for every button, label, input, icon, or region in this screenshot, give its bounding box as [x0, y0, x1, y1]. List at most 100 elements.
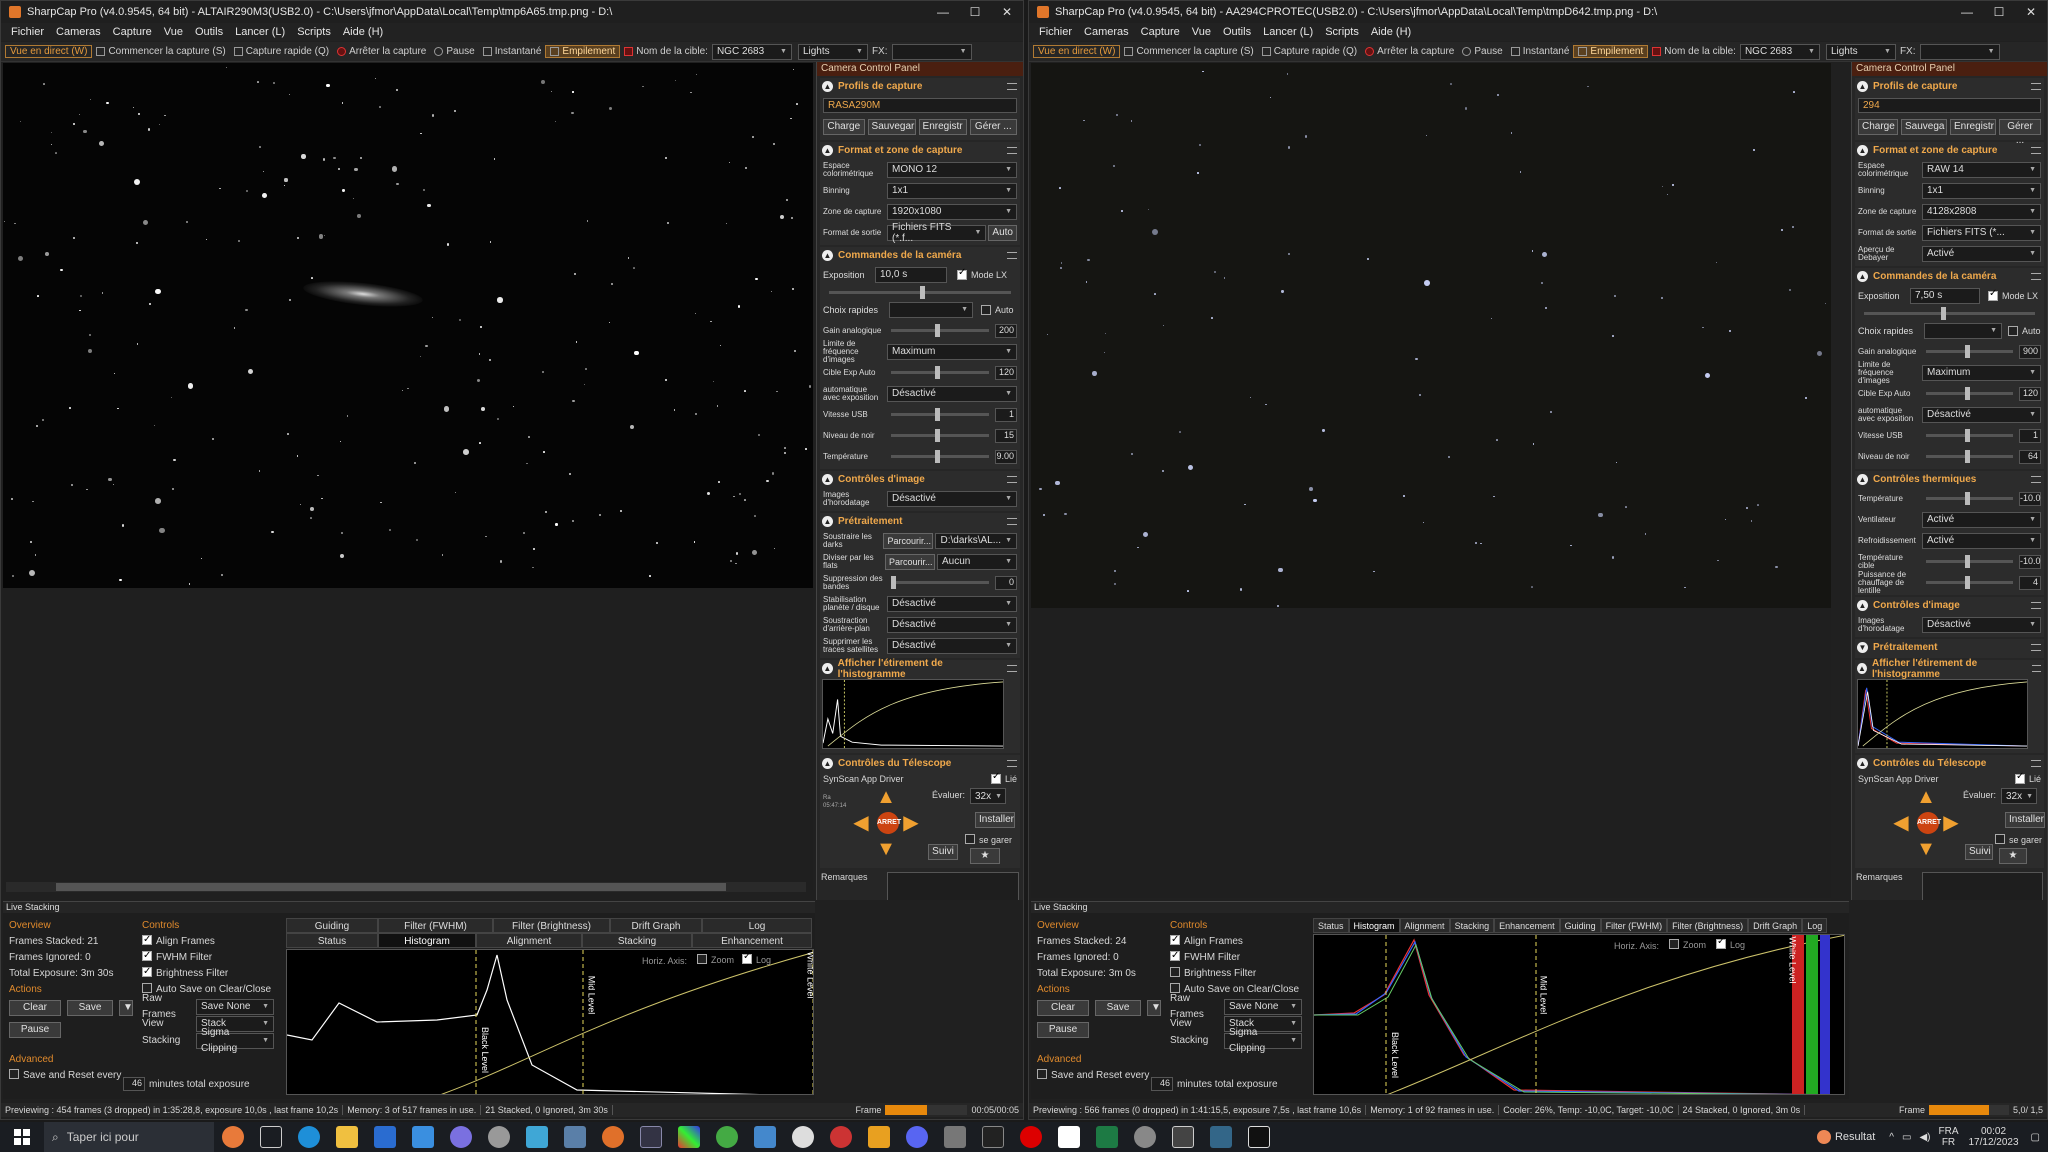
arrow-up-icon[interactable]: ▲	[1915, 786, 1937, 808]
camera-setting-value-5[interactable]: 15	[995, 428, 1017, 443]
save-profile-button[interactable]: Sauvegar	[867, 119, 916, 135]
stacking-button[interactable]: Empilement	[1573, 45, 1649, 58]
saveas-profile-button[interactable]: Enregistr	[1950, 119, 1996, 135]
app-icon[interactable]	[944, 1126, 966, 1148]
menu-aide[interactable]: Aide (H)	[1371, 26, 1411, 38]
thermal-setting-slider-3[interactable]	[1926, 555, 2013, 568]
tracking-button[interactable]: Suivi	[928, 844, 958, 860]
menu-fichier[interactable]: Fichier	[11, 26, 44, 38]
camera-preview-image[interactable]	[3, 63, 813, 588]
calculator-icon[interactable]	[564, 1126, 586, 1148]
lx-mode-checkbox[interactable]	[1988, 288, 1998, 301]
auto-button[interactable]: Auto	[988, 224, 1017, 241]
live-view-button[interactable]: Vue en direct (W)	[5, 45, 93, 58]
clear-button[interactable]: Clear	[9, 1000, 61, 1016]
app-icon[interactable]	[450, 1126, 472, 1148]
tab-enhancement[interactable]: Enhancement	[1494, 918, 1560, 933]
profile-select[interactable]: 294	[1858, 98, 2041, 113]
opera-icon[interactable]	[1020, 1126, 1042, 1148]
section-header[interactable]: ▲ Contrôles d'image	[1855, 597, 2044, 614]
volume-icon[interactable]: ◀)	[1919, 1132, 1930, 1143]
binning-select[interactable]: 1x1 ▼	[887, 182, 1017, 199]
collapse-icon[interactable]: ▲	[822, 516, 833, 527]
tab-histogram[interactable]: Histogram	[378, 933, 476, 948]
quick-choice-select[interactable]: ▼	[1924, 322, 2002, 339]
tab-drift-graph[interactable]: Drift Graph	[610, 918, 702, 933]
zoom-control[interactable]: Zoom	[697, 954, 734, 965]
park-control[interactable]: se garer	[1995, 834, 2042, 845]
menu-scripts[interactable]: Scripts	[297, 26, 331, 38]
log-control[interactable]: Log	[742, 951, 771, 965]
minimize-icon[interactable]: —	[927, 5, 959, 19]
discord-icon[interactable]	[906, 1126, 928, 1148]
section-header[interactable]: ▲ Profils de capture	[1855, 78, 2044, 95]
fx-select[interactable]: ▼	[1919, 43, 2000, 60]
exposure-slider[interactable]	[829, 285, 1011, 299]
save-menu-icon[interactable]: ▼	[119, 1000, 133, 1016]
histogram-stretch-graph[interactable]	[1857, 679, 2028, 749]
stop-slew-button[interactable]: ARRET	[1917, 812, 1941, 834]
hamburger-icon[interactable]	[1007, 83, 1017, 90]
camera-setting-slider-0[interactable]	[891, 324, 989, 337]
collapse-icon[interactable]: ▲	[1857, 600, 1868, 611]
collapse-icon[interactable]: ▲	[822, 663, 833, 674]
arrow-left-icon[interactable]: ◀	[850, 812, 872, 834]
tab-guiding[interactable]: Guiding	[286, 918, 378, 933]
maximize-icon[interactable]: ☐	[959, 5, 991, 19]
section-header[interactable]: ▲ Contrôles du Télescope	[820, 755, 1020, 772]
menu-cameras[interactable]: Cameras	[1084, 26, 1129, 38]
remarks-input[interactable]	[887, 872, 1019, 900]
clock[interactable]: 00:02 17/12/2023	[1968, 1126, 2018, 1148]
browse-flats-button[interactable]: Parcourir...	[885, 553, 935, 570]
stacking-button[interactable]: Empilement	[545, 45, 621, 58]
camera-setting-slider-6[interactable]	[891, 450, 989, 463]
menu-aide[interactable]: Aide (H)	[343, 26, 383, 38]
star-icon[interactable]: ★	[970, 848, 1000, 864]
menu-cameras[interactable]: Cameras	[56, 26, 101, 38]
section-header[interactable]: ▲ Contrôles d'image	[820, 471, 1020, 488]
camera-setting-slider-2[interactable]	[1926, 387, 2013, 400]
language-indicator[interactable]: FRA FR	[1938, 1126, 1958, 1148]
hamburger-icon[interactable]	[2031, 476, 2041, 483]
tab-enhancement[interactable]: Enhancement	[692, 933, 812, 948]
menu-capture[interactable]: Capture	[113, 26, 152, 38]
auto-exposure-checkbox[interactable]	[2008, 325, 2018, 336]
windows-start-icon[interactable]	[14, 1129, 30, 1145]
section-header[interactable]: ▲ Afficher l'étirement de l'histogramme	[1855, 658, 2044, 680]
camera-setting-slider-4[interactable]	[891, 408, 989, 421]
stop-capture-button[interactable]: Arrêter la capture	[333, 46, 430, 57]
section-header[interactable]: ▲ Profils de capture	[820, 78, 1020, 95]
brightness-checkbox[interactable]	[142, 964, 152, 980]
saveas-profile-button[interactable]: Enregistr	[918, 119, 967, 135]
collapse-icon[interactable]: ▲	[1857, 474, 1868, 485]
maximize-icon[interactable]: ☐	[1983, 5, 2015, 19]
mail-icon[interactable]	[412, 1126, 434, 1148]
app-icon[interactable]	[792, 1126, 814, 1148]
colorspace-select[interactable]: MONO 12 ▼	[887, 161, 1017, 178]
menu-fichier[interactable]: Fichier	[1039, 26, 1072, 38]
camera-setting-value-0[interactable]: 900	[2019, 344, 2041, 359]
collapse-icon[interactable]: ▲	[822, 758, 833, 769]
raw-frames-select[interactable]: Save None ▼	[1224, 998, 1302, 1015]
exposure-slider[interactable]	[1864, 306, 2035, 320]
format-setting-select-0[interactable]: RAW 14 ▼	[1922, 161, 2041, 178]
app-icon[interactable]	[716, 1126, 738, 1148]
collapse-icon[interactable]: ▲	[822, 81, 833, 92]
thermal-setting-select-1[interactable]: Activé ▼	[1922, 511, 2041, 528]
hamburger-icon[interactable]	[2031, 665, 2041, 672]
zoom-checkbox[interactable]	[697, 954, 707, 964]
start-capture-button[interactable]: Commencer la capture (S)	[92, 46, 229, 57]
tab-stacking[interactable]: Stacking	[1449, 918, 1495, 933]
close-icon[interactable]: ✕	[2015, 5, 2047, 19]
log-control[interactable]: Log	[1716, 936, 1745, 950]
save-button[interactable]: Save	[1095, 1000, 1141, 1016]
tab-log[interactable]: Log	[1802, 918, 1828, 933]
edge-icon[interactable]	[298, 1126, 320, 1148]
camera-setting-value-2[interactable]: 120	[995, 365, 1017, 380]
hamburger-icon[interactable]	[2031, 147, 2041, 154]
auto-exposure-checkbox[interactable]	[981, 304, 991, 315]
thermal-setting-value-0[interactable]: -10.0	[2019, 491, 2041, 506]
browse-darks-button[interactable]: Parcourir...	[883, 532, 934, 549]
format-setting-select-1[interactable]: 1x1 ▼	[1922, 182, 2041, 199]
camera-setting-select-3[interactable]: Désactivé ▼	[1922, 406, 2041, 423]
